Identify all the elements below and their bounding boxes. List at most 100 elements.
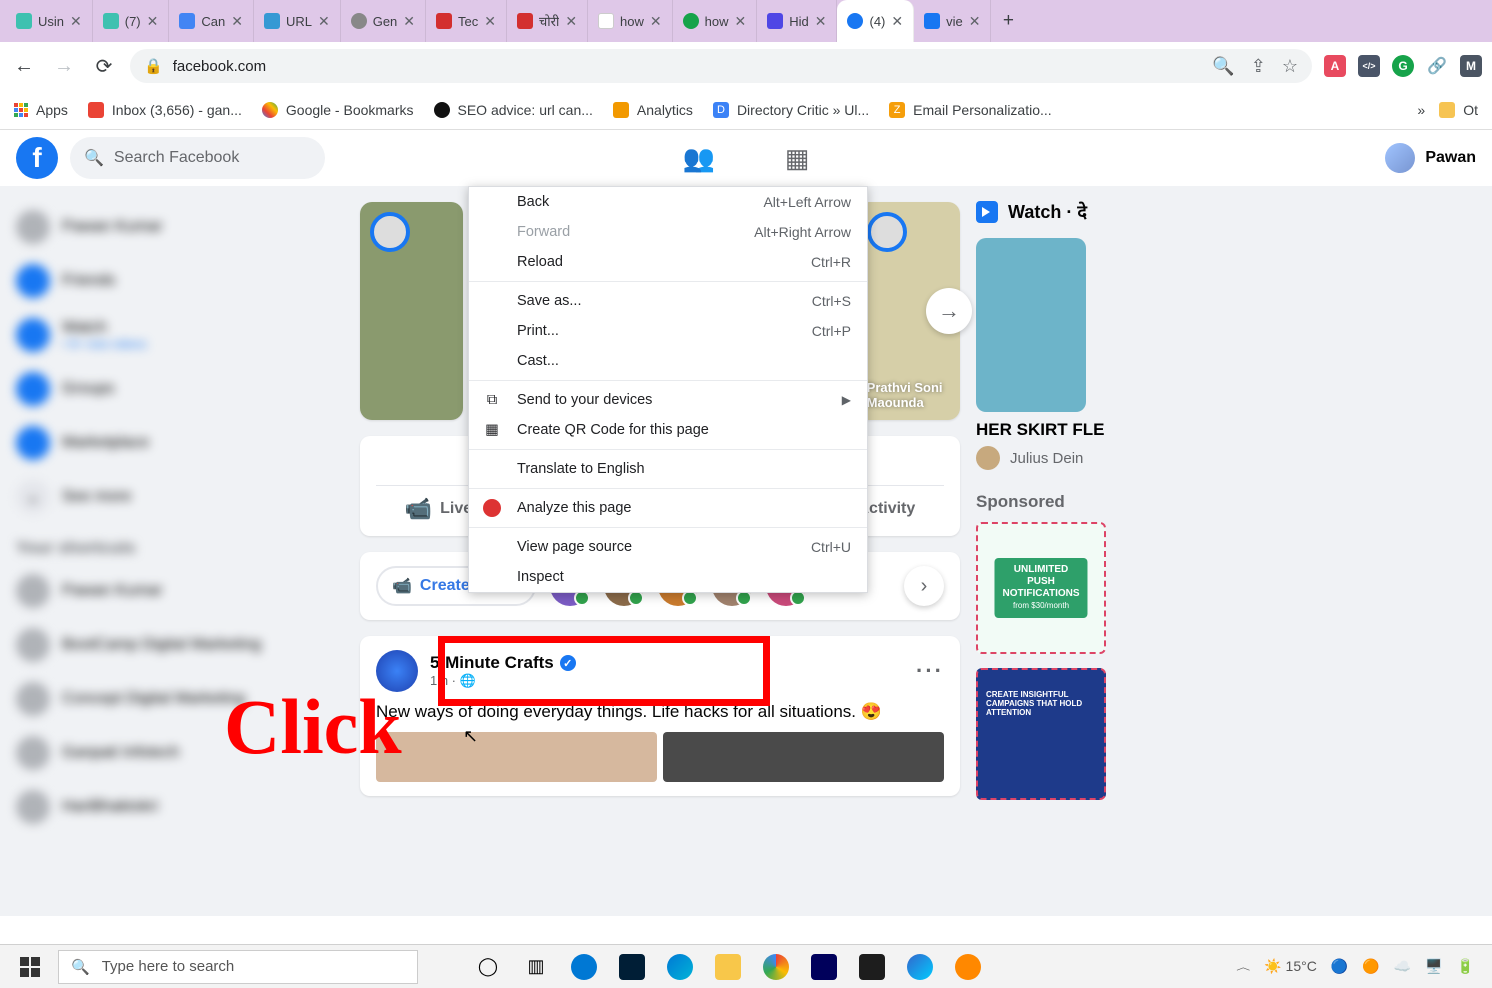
taskbar-app[interactable] — [850, 950, 894, 984]
browser-tab[interactable]: how✕ — [588, 0, 673, 42]
sidebar-item-watch[interactable]: Watch• 9+ new videos — [8, 308, 352, 362]
shortcut-item[interactable]: Ganpati Infotech — [8, 726, 352, 780]
taskbar-app[interactable] — [946, 950, 990, 984]
sidebar-item-profile[interactable]: Pawan Kumar — [8, 200, 352, 254]
extension-icon[interactable]: G — [1392, 55, 1414, 77]
browser-tab[interactable]: Tec✕ — [426, 0, 507, 42]
ctx-save-as[interactable]: Save as...Ctrl+S — [469, 286, 867, 316]
browser-tab[interactable]: Usin✕ — [6, 0, 93, 42]
new-tab-button[interactable]: + — [991, 0, 1025, 42]
ctx-reload[interactable]: ReloadCtrl+R — [469, 247, 867, 277]
ctx-cast[interactable]: Cast... — [469, 346, 867, 376]
gaming-icon[interactable]: ▦ — [785, 143, 810, 174]
ctx-view-source[interactable]: View page sourceCtrl+U — [469, 532, 867, 562]
tray-icon[interactable]: 🟠 — [1362, 958, 1379, 975]
close-icon[interactable]: ✕ — [147, 13, 159, 30]
tray-icon[interactable]: ☁️ — [1394, 958, 1411, 975]
close-icon[interactable]: ✕ — [231, 13, 243, 30]
sidebar-item-friends[interactable]: Friends — [8, 254, 352, 308]
watch-author[interactable]: Julius Dein — [976, 446, 1320, 470]
taskbar-app[interactable]: ▥ — [514, 950, 558, 984]
reload-button[interactable]: ⟳ — [90, 54, 118, 79]
groups-icon[interactable]: 👥 — [683, 143, 715, 174]
sidebar-item-marketplace[interactable]: Marketplace — [8, 416, 352, 470]
taskbar-app[interactable] — [802, 950, 846, 984]
profile-chip[interactable]: Pawan — [1385, 143, 1476, 173]
browser-tab-active[interactable]: (4)✕ — [837, 0, 914, 42]
back-button[interactable]: ← — [10, 55, 38, 78]
browser-tab[interactable]: vie✕ — [914, 0, 991, 42]
address-bar[interactable]: 🔒 facebook.com 🔍 ⇪ ☆ — [130, 49, 1312, 83]
bookmark-item[interactable]: Inbox (3,656) - gan... — [88, 102, 242, 118]
watch-thumbnail[interactable] — [976, 238, 1086, 412]
shortcut-item[interactable]: BootCamp Digital Marketing — [8, 618, 352, 672]
ctx-send-devices[interactable]: ⧉Send to your devices▶ — [469, 385, 867, 415]
taskbar-search[interactable]: 🔍Type here to search — [58, 950, 418, 984]
close-icon[interactable]: ✕ — [969, 13, 981, 30]
other-bookmarks[interactable]: Ot — [1439, 102, 1478, 118]
ctx-translate[interactable]: Translate to English — [469, 454, 867, 484]
taskbar-app[interactable] — [706, 950, 750, 984]
post-avatar[interactable] — [376, 650, 418, 692]
tray-chevron[interactable]: ︿ — [1236, 961, 1250, 973]
browser-tab[interactable]: URL✕ — [254, 0, 341, 42]
extension-icon[interactable]: </> — [1358, 55, 1380, 77]
start-button[interactable] — [6, 945, 54, 988]
close-icon[interactable]: ✕ — [484, 13, 496, 30]
browser-tab[interactable]: Hid✕ — [757, 0, 837, 42]
ctx-analyze[interactable]: Analyze this page — [469, 493, 867, 523]
facebook-search[interactable]: 🔍 Search Facebook — [70, 137, 325, 179]
sponsored-ad[interactable]: UNLIMITED PUSH NOTIFICATIONSfrom $30/mon… — [976, 522, 1106, 654]
extension-icon[interactable]: A — [1324, 55, 1346, 77]
extension-icon[interactable]: M — [1460, 55, 1482, 77]
browser-tab[interactable]: Can✕ — [169, 0, 254, 42]
post-more-button[interactable]: ··· — [916, 658, 944, 684]
taskbar-app[interactable] — [898, 950, 942, 984]
close-icon[interactable]: ✕ — [815, 13, 827, 30]
ctx-inspect[interactable]: Inspect — [469, 562, 867, 592]
browser-tab[interactable]: how✕ — [673, 0, 758, 42]
apps-button[interactable]: Apps — [14, 102, 68, 118]
close-icon[interactable]: ✕ — [565, 13, 577, 30]
extension-icon[interactable]: 🔗 — [1426, 55, 1448, 77]
browser-tab[interactable]: (7)✕ — [93, 0, 170, 42]
bookmark-item[interactable]: Analytics — [613, 102, 693, 118]
close-icon[interactable]: ✕ — [403, 13, 415, 30]
sponsored-ad[interactable]: CREATE INSIGHTFUL CAMPAIGNS THAT HOLD AT… — [976, 668, 1106, 800]
close-icon[interactable]: ✕ — [891, 13, 903, 30]
zoom-icon[interactable]: 🔍 — [1212, 56, 1234, 77]
close-icon[interactable]: ✕ — [650, 13, 662, 30]
star-icon[interactable]: ☆ — [1282, 56, 1298, 77]
watch-heading[interactable]: Watch · दे — [976, 200, 1320, 224]
rooms-next-button[interactable]: › — [904, 566, 944, 606]
browser-tab[interactable]: Gen✕ — [341, 0, 426, 42]
taskbar-app[interactable] — [610, 950, 654, 984]
shortcut-item[interactable]: HariBhaktokri — [8, 780, 352, 834]
bookmarks-overflow[interactable]: » — [1417, 102, 1425, 118]
post-image[interactable] — [376, 732, 657, 782]
close-icon[interactable]: ✕ — [318, 13, 330, 30]
taskbar-app[interactable] — [754, 950, 798, 984]
sidebar-item-seemore[interactable]: ⌄See more — [8, 470, 352, 524]
weather-widget[interactable]: ☀️ 15°C — [1264, 958, 1317, 975]
ctx-qr-code[interactable]: ▦Create QR Code for this page — [469, 415, 867, 445]
stories-next-button[interactable]: → — [926, 288, 972, 334]
share-icon[interactable]: ⇪ — [1251, 56, 1266, 77]
close-icon[interactable]: ✕ — [735, 13, 747, 30]
post-image[interactable] — [663, 732, 944, 782]
ctx-back[interactable]: BackAlt+Left Arrow — [469, 187, 867, 217]
tray-icon[interactable]: 🔵 — [1331, 958, 1348, 975]
browser-tab[interactable]: चोरी✕ — [507, 0, 588, 42]
post-author[interactable]: 5-Minute Crafts✓ — [430, 653, 576, 673]
bookmark-item[interactable]: DDirectory Critic » Ul... — [713, 102, 869, 118]
ctx-print[interactable]: Print...Ctrl+P — [469, 316, 867, 346]
task-view-icon[interactable]: ◯ — [466, 950, 510, 984]
taskbar-app[interactable] — [562, 950, 606, 984]
close-icon[interactable]: ✕ — [70, 13, 82, 30]
bookmark-item[interactable]: SEO advice: url can... — [434, 102, 593, 118]
bookmark-item[interactable]: ZEmail Personalizatio... — [889, 102, 1052, 118]
facebook-logo[interactable]: f — [16, 137, 58, 179]
taskbar-app[interactable] — [658, 950, 702, 984]
shortcut-item[interactable]: Concept Digital Marketing — [8, 672, 352, 726]
tray-icon[interactable]: 🔋 — [1457, 958, 1474, 975]
